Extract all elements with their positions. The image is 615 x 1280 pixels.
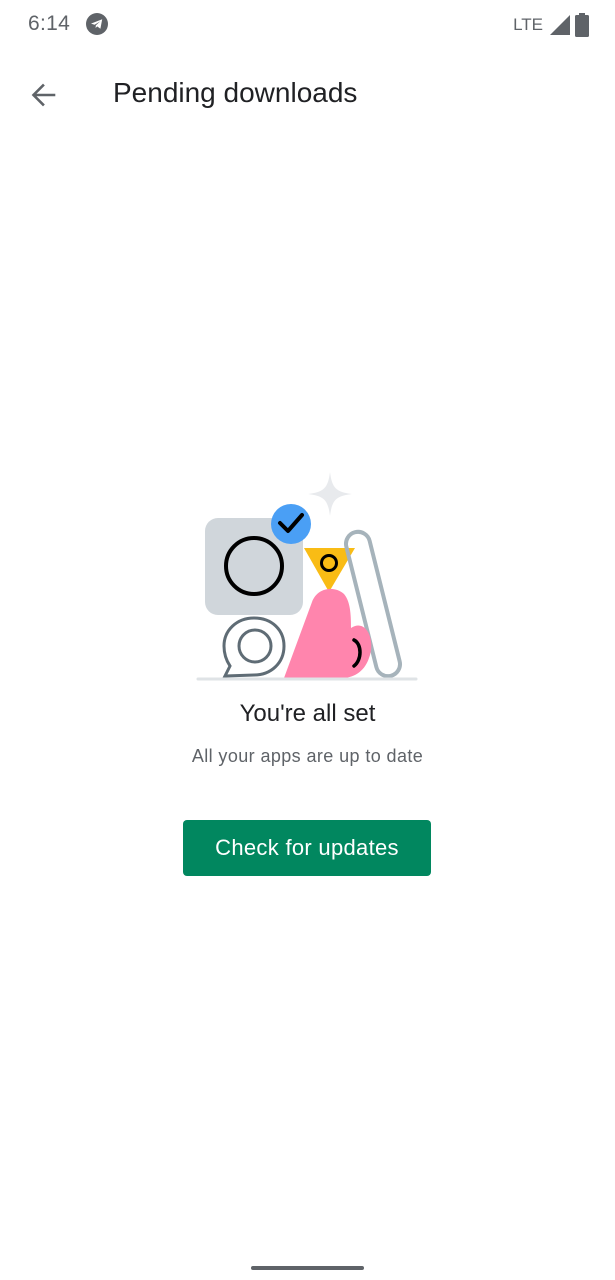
empty-state-subtitle: All your apps are up to date: [191, 746, 424, 766]
page-title: Pending downloads: [113, 77, 358, 108]
sparkle-icon: [308, 472, 352, 516]
chat-bubble-shape: [222, 616, 286, 678]
empty-state-title: You're all set: [239, 700, 376, 727]
arrow-back-icon: [31, 83, 56, 107]
telegram-icon: [86, 13, 108, 35]
gesture-nav-handle[interactable]: [251, 1266, 364, 1270]
status-time: 6:14: [28, 12, 71, 35]
check-badge-icon: [271, 504, 311, 544]
network-type-label: LTE: [513, 15, 543, 34]
status-bar: 6:14 LTE: [0, 0, 615, 50]
check-for-updates-button[interactable]: Check for updates: [183, 820, 431, 876]
signal-icon: [550, 15, 570, 35]
back-button[interactable]: [18, 70, 68, 120]
app-bar: Pending downloads: [0, 52, 615, 138]
status-icons: LTE: [513, 12, 589, 38]
battery-icon: [575, 13, 589, 37]
all-set-illustration: [196, 472, 418, 681]
